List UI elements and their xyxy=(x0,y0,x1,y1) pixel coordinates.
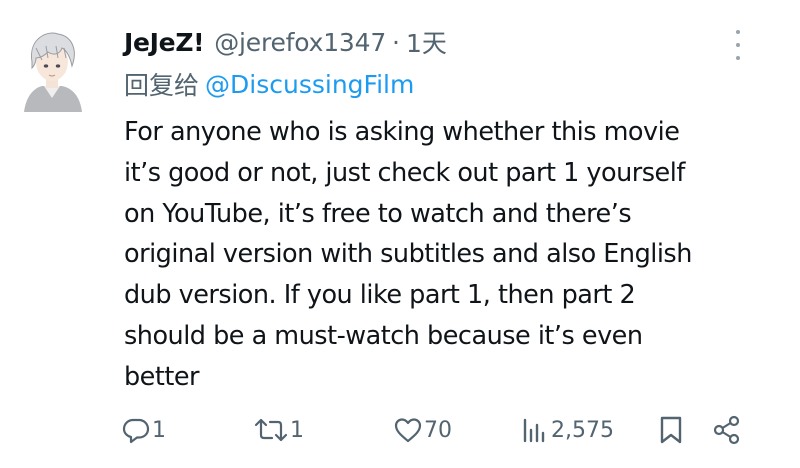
reply-context: 回复给 @DiscussingFilm xyxy=(124,66,414,102)
timestamp[interactable]: 1天 xyxy=(406,24,447,60)
heart-icon xyxy=(394,418,422,443)
tweet-text-line: should be a must-watch because it’s even xyxy=(124,320,643,351)
tweet-text-line: original version with subtitles and also… xyxy=(124,239,692,270)
reply-count: 1 xyxy=(152,417,166,443)
repost-button[interactable]: 1 xyxy=(254,408,304,452)
tweet-text: For anyone who is asking whether this mo… xyxy=(124,112,774,398)
reply-button[interactable]: 1 xyxy=(122,408,166,452)
like-count: 70 xyxy=(424,417,452,443)
repost-icon xyxy=(254,418,288,442)
action-bar: 1 1 70 2,575 xyxy=(0,408,800,452)
analytics-icon xyxy=(523,418,545,443)
display-name[interactable]: JeJeZ! xyxy=(124,28,205,57)
reply-prefix: 回复给 xyxy=(124,71,200,100)
bookmark-button[interactable] xyxy=(658,408,684,452)
user-handle[interactable]: @jerefox1347 xyxy=(214,28,386,57)
tweet-text-line: on YouTube, it’s free to watch and there… xyxy=(124,198,632,229)
tweet-header: JeJeZ! @jerefox1347 · 1天 xyxy=(124,22,447,62)
separator-dot: · xyxy=(392,27,400,57)
reply-mention-link[interactable]: @DiscussingFilm xyxy=(205,70,414,99)
repost-count: 1 xyxy=(290,417,304,443)
reply-icon xyxy=(122,418,150,444)
tweet-text-line: it’s good or not, just check out part 1 … xyxy=(124,157,685,188)
like-button[interactable]: 70 xyxy=(394,408,452,452)
tweet[interactable]: JeJeZ! @jerefox1347 · 1天 回复给 @Discussing… xyxy=(0,0,800,468)
share-button[interactable] xyxy=(712,408,742,452)
avatar-icon[interactable] xyxy=(20,26,84,112)
share-icon xyxy=(713,415,740,445)
tweet-text-line: For anyone who is asking whether this mo… xyxy=(124,117,680,147)
tweet-text-line: better xyxy=(124,361,200,392)
more-options-icon[interactable] xyxy=(728,30,748,60)
tweet-text-line: dub version. If you like part 1, then pa… xyxy=(124,280,636,311)
views-button[interactable]: 2,575 xyxy=(521,408,614,452)
bookmark-icon xyxy=(660,416,682,444)
views-count: 2,575 xyxy=(551,417,614,443)
